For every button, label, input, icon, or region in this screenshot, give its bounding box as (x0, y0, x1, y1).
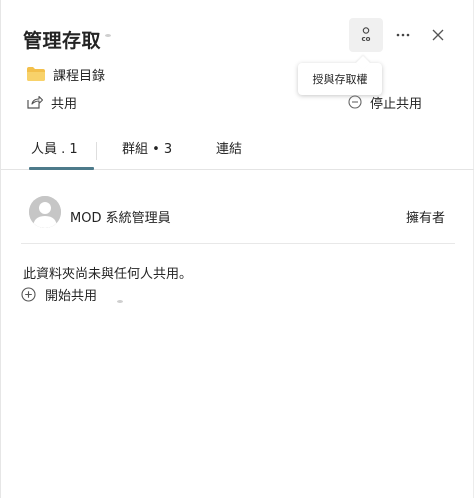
tab-groups[interactable]: 群組 • 3 (122, 138, 172, 168)
tooltip-text: 授與存取權 (312, 73, 368, 86)
member-name: MOD 系統管理員 (70, 211, 171, 226)
grant-access-tooltip: 授與存取權 (298, 63, 382, 95)
empty-share-message: 此資料夾尚未與任何人共用。 (23, 267, 193, 282)
access-tabs: 人員 . 1 群組 • 3 連結 (1, 132, 474, 170)
grant-access-button[interactable]: co (349, 18, 383, 52)
stop-sharing-label: 停止共用 (370, 96, 423, 112)
folder-item: 課程目錄 (27, 64, 105, 84)
more-options-button[interactable] (389, 20, 417, 50)
cursor-artifact (117, 300, 123, 303)
grant-access-initials: co (361, 35, 371, 43)
add-circle-icon (21, 287, 36, 302)
member-role[interactable]: 擁有者 (406, 207, 445, 226)
start-sharing-button[interactable]: 開始共用 (21, 285, 97, 304)
more-icon (396, 33, 410, 37)
avatar (29, 196, 61, 228)
stop-sharing-button[interactable]: 停止共用 (348, 92, 422, 112)
folder-icon (27, 67, 45, 81)
grant-access-icon: co (361, 27, 371, 43)
share-label: 共用 (51, 96, 78, 112)
manage-access-panel: 管理存取 co 授與存取權 課程目錄 共用 停止共用 人員 . 1 群組 • 3… (0, 0, 474, 498)
tab-divider (96, 142, 97, 160)
person-icon (362, 27, 370, 34)
member-row[interactable]: MOD 系統管理員 擁有者 (21, 190, 455, 244)
share-button[interactable]: 共用 (27, 92, 77, 112)
person-placeholder-icon (29, 196, 61, 228)
start-sharing-label: 開始共用 (45, 289, 98, 304)
tab-links[interactable]: 連結 (216, 138, 242, 168)
close-icon (432, 29, 444, 41)
close-button[interactable] (425, 20, 451, 50)
tab-people[interactable]: 人員 . 1 (29, 138, 94, 170)
cursor-artifact (105, 34, 111, 37)
folder-name: 課程目錄 (53, 68, 106, 84)
minus-circle-icon (348, 95, 362, 109)
share-icon (27, 95, 43, 109)
panel-title: 管理存取 (23, 30, 102, 52)
